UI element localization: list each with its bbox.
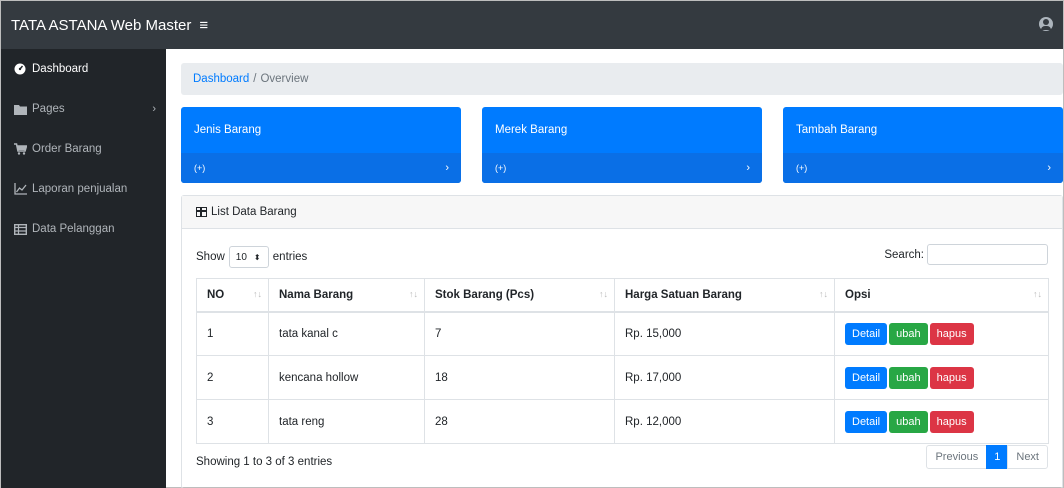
top-navbar: TATA ASTANA Web Master ≡ [1,1,1063,49]
ubah-button[interactable]: ubah [889,322,928,345]
chevron-right-icon: › [1047,162,1051,174]
entries-select[interactable]: 10 ⬍ [228,246,269,268]
sort-icon: ↑↓ [253,289,262,299]
card-footer-link[interactable]: (+) › [181,153,461,183]
column-header-opsi[interactable]: Opsi ↑↓ [834,278,1049,313]
sidebar-item-pages[interactable]: Pages › [1,89,166,129]
table-header-row: NO ↑↓ Nama Barang ↑↓ Stok Barang (Pcs) ↑↓ H… [196,278,1049,313]
card-footer-label: (+) [194,163,206,173]
folder-icon [13,103,27,115]
select-arrows-icon: ⬍ [253,252,261,262]
entries-length-control: Show 10 ⬍ entries [196,246,307,268]
card-footer-label: (+) [495,163,507,173]
sidebar-item-label: Laporan penjualan [32,183,128,195]
main-content: Dashboard / Overview Jenis Barang (+) › … [166,49,1063,488]
column-header-harga-satuan[interactable]: Harga Satuan Barang ↑↓ [614,278,835,313]
card-merek-barang: Merek Barang (+) › [482,107,762,183]
cell-harga-satuan: Rp. 17,000 [614,355,835,400]
tachometer-icon [13,63,27,75]
entries-label: entries [272,251,308,263]
cell-nama-barang: tata reng [268,399,425,444]
sort-icon: ↑↓ [819,289,828,299]
detail-button[interactable]: Detail [845,366,888,389]
menu-toggle-icon[interactable]: ≡ [199,17,208,34]
breadcrumb-link-dashboard[interactable]: Dashboard [193,73,249,85]
sidebar-item-label: Data Pelanggan [32,223,115,235]
card-jenis-barang: Jenis Barang (+) › [181,107,461,183]
entries-select-value: 10 [235,251,247,263]
breadcrumb-separator: / [253,73,257,85]
column-header-no[interactable]: NO ↑↓ [196,278,269,313]
cell-nama-barang: tata kanal c [268,311,425,356]
chevron-right-icon: › [152,103,156,115]
detail-button[interactable]: Detail [845,322,888,345]
table-icon [13,223,27,235]
cart-icon [13,143,27,155]
page-1-button[interactable]: 1 [986,445,1009,469]
hapus-button[interactable]: hapus [929,366,974,389]
cell-no: 2 [196,355,269,400]
card-title: Tambah Barang [796,124,878,136]
card-title: Merek Barang [495,124,568,136]
cell-stok-barang: 28 [424,399,615,444]
panel-title: List Data Barang [211,206,297,218]
sidebar-item-label: Order Barang [32,143,102,155]
data-table: NO ↑↓ Nama Barang ↑↓ Stok Barang (Pcs) ↑↓ H… [196,278,1049,444]
chevron-right-icon: › [746,162,750,174]
sidebar: Dashboard Pages › Order Barang Laporan p… [1,49,166,488]
cell-opsi: Detail ubah hapus [834,399,1049,444]
table-row: 3 tata reng 28 Rp. 12,000 Detail ubah hapu… [196,399,1049,444]
cell-opsi: Detail ubah hapus [834,355,1049,400]
search-input[interactable] [927,244,1048,265]
card-footer-link[interactable]: (+) › [783,153,1063,183]
chart-icon [13,183,27,195]
hapus-button[interactable]: hapus [929,410,974,433]
column-header-stok-barang[interactable]: Stok Barang (Pcs) ↑↓ [424,278,615,313]
sidebar-item-data-pelanggan[interactable]: Data Pelanggan [1,209,166,249]
search-label: Search: [884,248,924,261]
breadcrumb-current: Overview [260,73,309,85]
sidebar-item-order-barang[interactable]: Order Barang [1,129,166,169]
breadcrumb: Dashboard / Overview [181,63,1063,95]
search-control: Search: [884,244,1048,265]
hapus-button[interactable]: hapus [929,322,974,345]
table-row: 2 kencana hollow 18 Rp. 17,000 Detail uba… [196,355,1049,400]
cell-nama-barang: kencana hollow [268,355,425,400]
cell-stok-barang: 18 [424,355,615,400]
sort-icon: ↑↓ [1033,289,1042,299]
user-circle-icon[interactable] [1039,17,1053,31]
card-footer-label: (+) [796,163,808,173]
chevron-right-icon: › [445,162,449,174]
ubah-button[interactable]: ubah [889,366,928,389]
cell-harga-satuan: Rp. 15,000 [614,311,835,356]
ubah-button[interactable]: ubah [889,410,928,433]
card-title: Jenis Barang [194,124,262,136]
sort-icon: ↑↓ [599,289,608,299]
detail-button[interactable]: Detail [845,410,888,433]
next-page-button[interactable]: Next [1007,445,1048,469]
list-data-barang-panel: List Data Barang Show 10 ⬍ entries Searc… [181,195,1063,488]
table-info: Showing 1 to 3 of 3 entries [196,456,333,468]
table-icon [196,207,207,217]
sidebar-item-label: Dashboard [32,63,89,75]
show-label: Show [196,251,225,263]
pagination: Previous 1 Next [926,445,1048,469]
sidebar-item-dashboard[interactable]: Dashboard [1,49,166,89]
cell-no: 3 [196,399,269,444]
panel-header: List Data Barang [182,196,1062,229]
sidebar-item-laporan-penjualan[interactable]: Laporan penjualan [1,169,166,209]
cell-no: 1 [196,311,269,356]
brand-title[interactable]: TATA ASTANA Web Master [11,17,191,34]
sidebar-item-label: Pages [32,103,65,115]
table-row: 1 tata kanal c 7 Rp. 15,000 Detail ubah ha… [196,311,1049,356]
cell-harga-satuan: Rp. 12,000 [614,399,835,444]
previous-page-button[interactable]: Previous [926,445,988,469]
column-header-nama-barang[interactable]: Nama Barang ↑↓ [268,278,425,313]
cell-stok-barang: 7 [424,311,615,356]
card-footer-link[interactable]: (+) › [482,153,762,183]
sort-icon: ↑↓ [409,289,418,299]
cell-opsi: Detail ubah hapus [834,311,1049,356]
card-tambah-barang: Tambah Barang (+) › [783,107,1063,183]
